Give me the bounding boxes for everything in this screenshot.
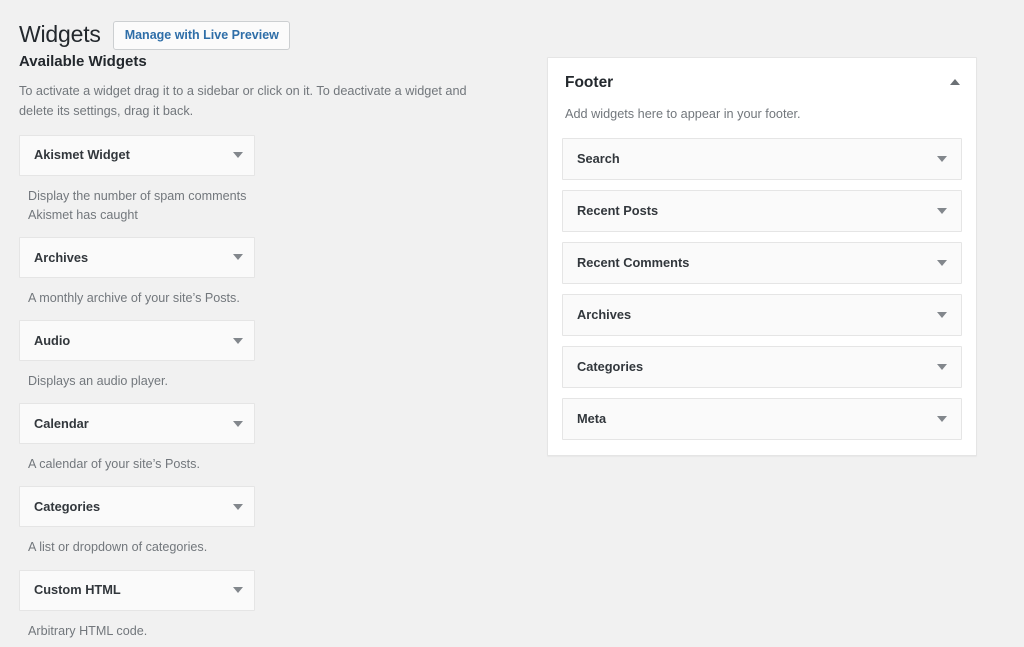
footer-widget-name: Search: [577, 151, 937, 166]
footer-widget-name: Meta: [577, 411, 937, 426]
footer-panel-description: Add widgets here to appear in your foote…: [562, 93, 962, 124]
available-widget-item: Calendar A calendar of your site’s Posts.: [19, 403, 255, 486]
available-widgets-title: Available Widgets: [19, 52, 503, 72]
footer-widget-list: Search Recent Posts Recent Comments Archive…: [562, 138, 962, 440]
widgets-admin-page: Widgets Manage with Live Preview Availab…: [0, 0, 1024, 647]
footer-widget-name: Archives: [577, 307, 937, 322]
available-widget-description: A monthly archive of your site’s Posts.: [19, 278, 255, 320]
available-widget-item: Audio Displays an audio player.: [19, 320, 255, 403]
footer-widget-item[interactable]: Archives: [562, 294, 962, 336]
footer-widget-item[interactable]: Recent Comments: [562, 242, 962, 284]
chevron-down-icon[interactable]: [937, 208, 947, 214]
available-widget-name: Calendar: [34, 416, 233, 431]
chevron-down-icon[interactable]: [937, 156, 947, 162]
available-widget-handle[interactable]: Custom HTML: [19, 570, 255, 611]
footer-panel-header[interactable]: Footer: [562, 74, 962, 93]
available-widget-handle[interactable]: Akismet Widget: [19, 135, 255, 176]
chevron-down-icon[interactable]: [233, 338, 243, 344]
chevron-down-icon[interactable]: [233, 152, 243, 158]
chevron-down-icon[interactable]: [233, 587, 243, 593]
sidebars-column: Footer Add widgets here to appear in you…: [547, 57, 977, 456]
available-widget-description: Display the number of spam comments Akis…: [19, 176, 255, 237]
footer-widget-item[interactable]: Meta: [562, 398, 962, 440]
chevron-down-icon[interactable]: [233, 421, 243, 427]
footer-panel-title: Footer: [565, 74, 950, 93]
page-header: Widgets Manage with Live Preview: [0, 0, 1024, 52]
footer-widget-item[interactable]: Recent Posts: [562, 190, 962, 232]
available-widget-description: A list or dropdown of categories.: [19, 527, 255, 569]
available-widget-item: Archives A monthly archive of your site’s…: [19, 237, 255, 320]
chevron-down-icon[interactable]: [937, 260, 947, 266]
available-widget-description: Displays an audio player.: [19, 361, 255, 403]
available-widget-name: Audio: [34, 333, 233, 348]
footer-widget-name: Categories: [577, 359, 937, 374]
footer-widget-name: Recent Comments: [577, 255, 937, 270]
available-widgets-section: Available Widgets To activate a widget d…: [19, 52, 503, 647]
available-widgets-grid: Akismet Widget Display the number of spam…: [19, 135, 503, 647]
available-widgets-description: To activate a widget drag it to a sideba…: [19, 81, 474, 122]
chevron-down-icon[interactable]: [937, 416, 947, 422]
available-widget-handle[interactable]: Archives: [19, 237, 255, 278]
chevron-down-icon[interactable]: [233, 254, 243, 260]
available-widget-item: Categories A list or dropdown of categori…: [19, 486, 255, 569]
available-widget-handle[interactable]: Categories: [19, 486, 255, 527]
available-widget-handle[interactable]: Audio: [19, 320, 255, 361]
available-widget-name: Custom HTML: [34, 582, 233, 597]
footer-widget-item[interactable]: Categories: [562, 346, 962, 388]
chevron-down-icon[interactable]: [937, 312, 947, 318]
footer-widget-item[interactable]: Search: [562, 138, 962, 180]
available-widget-name: Akismet Widget: [34, 147, 233, 162]
footer-sidebar-panel: Footer Add widgets here to appear in you…: [547, 57, 977, 456]
available-widget-item: Custom HTML Arbitrary HTML code.: [19, 570, 255, 647]
footer-widget-name: Recent Posts: [577, 203, 937, 218]
available-widget-description: Arbitrary HTML code.: [19, 611, 255, 647]
available-widget-name: Archives: [34, 250, 233, 265]
chevron-up-icon[interactable]: [950, 79, 960, 85]
available-widget-name: Categories: [34, 499, 233, 514]
available-widget-handle[interactable]: Calendar: [19, 403, 255, 444]
manage-with-live-preview-button[interactable]: Manage with Live Preview: [113, 21, 290, 50]
available-widget-item: Akismet Widget Display the number of spam…: [19, 135, 255, 237]
available-widget-description: A calendar of your site’s Posts.: [19, 444, 255, 486]
page-title: Widgets: [19, 20, 101, 50]
chevron-down-icon[interactable]: [937, 364, 947, 370]
chevron-down-icon[interactable]: [233, 504, 243, 510]
